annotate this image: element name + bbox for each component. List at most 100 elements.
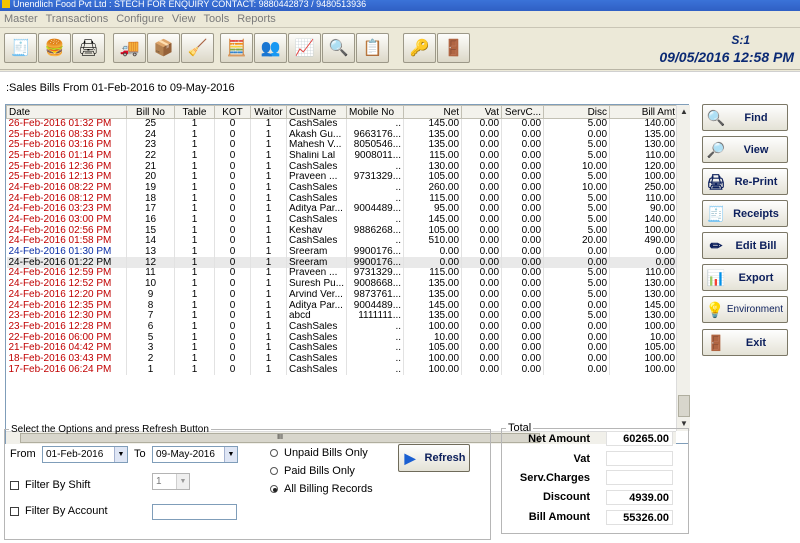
to-date-picker[interactable]: 09-May-2016 ▼ [152, 446, 238, 463]
calculator-toolbar-button[interactable]: 🧮 [220, 33, 253, 63]
report-toolbar-button[interactable]: 📋 [356, 33, 389, 63]
paid-bills-radio[interactable] [270, 467, 278, 475]
cell-waitor: 1 [250, 204, 287, 215]
exit-button[interactable]: 🚪 Exit [702, 329, 788, 356]
scroll-thumb[interactable] [678, 395, 690, 417]
search-toolbar-button[interactable]: 🔍 [322, 33, 355, 63]
column-header[interactable]: Disc [543, 105, 611, 119]
bills-grid[interactable]: Date Bill No Table KOT Waitor CustName Mobile … [5, 104, 689, 444]
table-row[interactable]: 24-Feb-2016 12:35 PM 8 1 0 1 Aditya Par... 900… [6, 300, 679, 311]
exit-toolbar-button[interactable]: 🚪 [437, 33, 470, 63]
table-row[interactable]: 24-Feb-2016 02:56 PM 15 1 0 1 Keshav 9886268..… [6, 225, 679, 237]
column-header[interactable]: CustName [285, 105, 348, 119]
scroll-up-arrow-icon[interactable]: ▲ [677, 105, 691, 119]
burger-icon: 🍔 [44, 40, 65, 57]
table-row[interactable]: 25-Feb-2016 08:33 PM 24 1 0 1 Akash Gu... 9663… [6, 129, 679, 140]
column-header[interactable]: ServC... [501, 105, 545, 119]
receipts-button[interactable]: 🧾 Receipts [702, 200, 788, 227]
table-row[interactable]: 22-Feb-2016 06:00 PM 5 1 0 1 CashSales.. 10.00… [6, 332, 679, 343]
cell-date: 24-Feb-2016 12:35 PM [6, 300, 127, 311]
cell-serv: 0.00 [501, 342, 545, 354]
table-row[interactable]: 24-Feb-2016 12:20 PM 9 1 0 1 Arvind Ver... 987… [6, 289, 679, 301]
menu-item-view[interactable]: View [168, 11, 200, 25]
cell-serv: 0.00 [501, 321, 545, 333]
cell-cust: CashSales [286, 353, 348, 365]
from-date-picker[interactable]: 01-Feb-2016 ▼ [42, 446, 128, 463]
filter-shift-checkbox[interactable] [10, 481, 19, 490]
find-button[interactable]: 🔍 Find [702, 104, 788, 131]
table-row[interactable]: 21-Feb-2016 04:42 PM 3 1 0 1 CashSales.. 105.0… [6, 342, 679, 354]
table-row[interactable]: 25-Feb-2016 12:13 PM 20 1 0 1 Praveen ... 9731… [6, 171, 679, 183]
cell-bill: 9 [126, 289, 175, 301]
table-row[interactable]: 23-Feb-2016 12:28 PM 6 1 0 1 CashSales.. 100.0… [6, 321, 679, 333]
table-row[interactable]: 24-Feb-2016 01:22 PM 12 1 0 1 Sreeram 9900176.… [6, 257, 679, 269]
cell-waitor: 1 [250, 171, 287, 183]
column-header[interactable]: Waitor [250, 105, 287, 119]
column-header[interactable]: Table [174, 105, 215, 119]
grid-vertical-scrollbar[interactable]: ▲ ▼ [676, 105, 690, 431]
table-row[interactable]: 24-Feb-2016 03:23 PM 17 1 0 1 Aditya Par... 90… [6, 204, 679, 215]
table-row[interactable]: 25-Feb-2016 03:16 PM 23 1 0 1 Mahesh V... 8050… [6, 139, 679, 151]
cell-cust: Shalini Lal [286, 150, 348, 162]
cell-mobile: 9008668... [346, 278, 405, 290]
column-header[interactable]: KOT [214, 105, 251, 119]
reprint-button[interactable]: 🖨 Re-Print [702, 168, 788, 195]
table-row[interactable]: 25-Feb-2016 12:36 PM 21 1 0 1 CashSales.. 130.… [6, 161, 679, 172]
boxes-toolbar-button[interactable]: 📦 [147, 33, 180, 63]
table-row[interactable]: 17-Feb-2016 06:24 PM 1 1 0 1 CashSales.. 100.0… [6, 364, 679, 375]
cell-disc: 5.00 [543, 193, 611, 204]
unpaid-bills-radio[interactable] [270, 449, 278, 457]
chevron-down-icon[interactable]: ▼ [114, 447, 127, 462]
table-row[interactable]: 24-Feb-2016 12:59 PM 11 1 0 1 Praveen ... 9731… [6, 268, 679, 279]
cell-cust: Keshav [286, 225, 348, 237]
chevron-down-icon[interactable]: ▼ [176, 474, 189, 489]
view-button[interactable]: 🔎 View [702, 136, 788, 163]
export-button[interactable]: 📊 Export [702, 264, 788, 291]
shift-select[interactable]: 1 ▼ [152, 473, 190, 490]
column-header[interactable]: Date [6, 105, 127, 119]
column-header[interactable]: Vat [461, 105, 503, 119]
menu-item-configure[interactable]: Configure [112, 11, 168, 25]
table-row[interactable]: 24-Feb-2016 01:30 PM 13 1 0 1 Sreeram 9900176.… [6, 246, 679, 258]
table-row[interactable]: 18-Feb-2016 03:43 PM 2 1 0 1 CashSales.. 100.0… [6, 353, 679, 365]
users-toolbar-button[interactable]: 👥 [254, 33, 287, 63]
chart-toolbar-button[interactable]: 📈 [288, 33, 321, 63]
key-toolbar-button[interactable]: 🔑 [403, 33, 436, 63]
all-records-radio[interactable] [270, 485, 278, 493]
pos-toolbar-button[interactable]: 🧾 [4, 33, 37, 63]
menu-item-reports[interactable]: Reports [233, 11, 280, 25]
table-row[interactable]: 24-Feb-2016 01:58 PM 14 1 0 1 CashSales.. 510.… [6, 236, 679, 247]
menu-item-tools[interactable]: Tools [200, 11, 234, 25]
filter-account-checkbox[interactable] [10, 507, 19, 516]
cell-cust: Suresh Pu... [286, 278, 348, 290]
cell-bill: 12 [126, 257, 175, 269]
cell-net: 0.00 [403, 246, 463, 258]
cell-cust: Mahesh V... [286, 139, 348, 151]
printer-toolbar-button[interactable]: 🖨 [72, 33, 105, 63]
column-header[interactable]: Net [403, 105, 463, 119]
menu-item-master[interactable]: Master [0, 11, 42, 25]
table-row[interactable]: 24-Feb-2016 12:52 PM 10 1 0 1 Suresh Pu... 900… [6, 278, 679, 290]
discount-value: 4939.00 [606, 490, 673, 505]
column-header[interactable]: Bill Amt [609, 105, 679, 119]
cell-date: 24-Feb-2016 08:12 PM [6, 193, 127, 204]
refresh-button[interactable]: ▶ Refresh [398, 444, 470, 472]
edit-bill-button[interactable]: ✏ Edit Bill [702, 232, 788, 259]
table-row[interactable]: 23-Feb-2016 12:30 PM 7 1 0 1 abcd 1111111... 13… [6, 310, 679, 322]
table-row[interactable]: 24-Feb-2016 08:22 PM 19 1 0 1 CashSales.. 260.… [6, 182, 679, 194]
environment-button[interactable]: 💡 Environment [702, 296, 788, 323]
cell-mobile: 9873761... [346, 289, 405, 301]
table-row[interactable]: 25-Feb-2016 01:14 PM 22 1 0 1 Shalini Lal 9008… [6, 150, 679, 162]
account-input[interactable] [152, 504, 237, 520]
burger-toolbar-button[interactable]: 🍔 [38, 33, 71, 63]
truck-toolbar-button[interactable]: 🚚 [113, 33, 146, 63]
column-header[interactable]: Bill No [126, 105, 175, 119]
menu-item-transactions[interactable]: Transactions [42, 11, 113, 25]
table-row[interactable]: 24-Feb-2016 08:12 PM 18 1 0 1 CashSales.. 115.… [6, 193, 679, 204]
table-row[interactable]: 26-Feb-2016 01:32 PM 25 1 0 1 CashSales.. 145.… [6, 118, 679, 130]
to-date-value: 09-May-2016 [156, 449, 215, 460]
stamp-toolbar-button[interactable]: 🧹 [181, 33, 214, 63]
chevron-down-icon[interactable]: ▼ [224, 447, 237, 462]
column-header[interactable]: Mobile No [346, 105, 405, 119]
table-row[interactable]: 24-Feb-2016 03:00 PM 16 1 0 1 CashSales.. 145.… [6, 214, 679, 226]
